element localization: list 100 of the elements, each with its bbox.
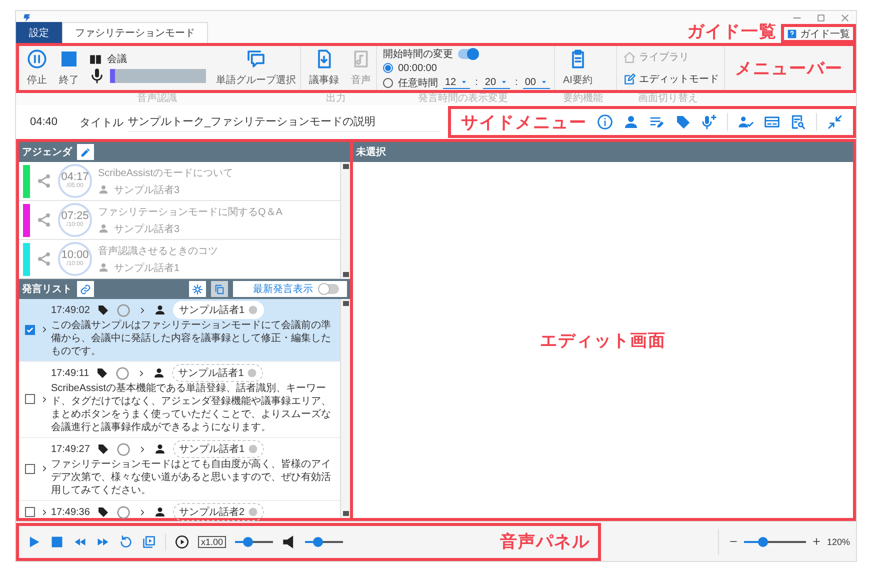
document-search-icon[interactable] bbox=[790, 114, 806, 130]
slider-thumb[interactable] bbox=[313, 536, 324, 546]
settings-icon bbox=[192, 284, 203, 294]
slider-thumb[interactable] bbox=[758, 536, 768, 546]
speaker-tag[interactable]: サンプル話者1 bbox=[172, 364, 263, 382]
time-dropdown[interactable]: 20 bbox=[482, 76, 510, 88]
minutes-button[interactable]: 議事録 bbox=[307, 49, 341, 87]
card-icon[interactable] bbox=[764, 114, 780, 130]
copy-button[interactable] bbox=[211, 281, 228, 297]
close-icon[interactable] bbox=[840, 12, 850, 22]
tab[interactable]: ファシリテーションモード bbox=[62, 22, 208, 43]
agenda-header: アジェンダ bbox=[22, 146, 72, 159]
person-icon bbox=[154, 506, 166, 518]
people-check-icon[interactable] bbox=[738, 114, 754, 130]
elapsed-time: 04:40 bbox=[30, 116, 58, 128]
person-icon bbox=[98, 262, 109, 273]
radio-button[interactable] bbox=[383, 78, 393, 88]
person-icon[interactable] bbox=[623, 114, 639, 130]
caret-icon bbox=[540, 78, 548, 86]
home-icon bbox=[623, 50, 636, 64]
title-label: タイトル bbox=[80, 116, 124, 130]
person-icon bbox=[154, 443, 166, 455]
side-menu-annotation: サイドメニュー bbox=[461, 112, 587, 134]
edit-icon bbox=[623, 72, 636, 86]
speech-row[interactable]: 17:49:27 サンプル話者1 ファシリテーションモードはとても自由度が高く、皆様のアイデア次第で、様々な使い道があると思いますので、ぜひ有効活用してみてください。 bbox=[19, 438, 340, 501]
speech-text: ファシリテーションモードはとても自由度が高く、皆様のアイデア次第で、様々な使い道があると思いますので、ぜひ有効活用してみてください。 bbox=[51, 458, 332, 497]
zoom-in-icon[interactable] bbox=[812, 537, 821, 546]
editor-annotation: エディット画面 bbox=[540, 330, 666, 352]
play-button[interactable] bbox=[27, 534, 41, 548]
pause-button[interactable]: 停止 bbox=[25, 49, 49, 87]
group-label: 要約機能 bbox=[562, 93, 604, 105]
agenda-time: 10:00 bbox=[61, 250, 89, 261]
edit-mode-button[interactable]: エディットモード bbox=[623, 70, 719, 88]
ai-summary-button[interactable]: AI要約 bbox=[561, 49, 594, 87]
slider-thumb[interactable] bbox=[243, 536, 254, 546]
play-icon bbox=[27, 534, 41, 548]
guide-annotation: ガイド一覧 bbox=[687, 21, 777, 43]
chevron-icon[interactable] bbox=[40, 394, 49, 404]
time-separator: : bbox=[475, 77, 478, 88]
radio-label: 00:00:00 bbox=[398, 62, 437, 74]
settings-button[interactable] bbox=[189, 281, 206, 297]
speech-time: 17:49:36 bbox=[51, 506, 90, 518]
radio-button[interactable] bbox=[383, 63, 393, 73]
toggle-switch[interactable] bbox=[458, 48, 478, 58]
time-dropdown[interactable]: 00 bbox=[522, 76, 550, 88]
share-icon[interactable] bbox=[36, 212, 52, 228]
group-label: 発言時間の表示変更 bbox=[417, 93, 509, 105]
caret-icon bbox=[460, 78, 468, 86]
stop-icon bbox=[59, 49, 79, 69]
radio-label: 任意時間 bbox=[398, 76, 438, 90]
chevron-icon[interactable] bbox=[40, 508, 49, 516]
speaker-tag[interactable]: サンプル話者1 bbox=[172, 440, 264, 458]
word-group-button[interactable]: 単語グループ選択 bbox=[214, 49, 298, 87]
scrollbar[interactable] bbox=[340, 299, 350, 518]
tag-icon[interactable] bbox=[96, 367, 108, 379]
toggle-switch[interactable] bbox=[319, 284, 339, 294]
link-button[interactable] bbox=[77, 281, 94, 297]
tag-icon[interactable] bbox=[96, 443, 109, 455]
share-icon[interactable] bbox=[36, 173, 52, 189]
chevron-icon[interactable] bbox=[40, 325, 49, 334]
mode-label: 会議 bbox=[107, 52, 127, 66]
speech-row[interactable]: 17:49:11 サンプル話者1 ScribeAssistの基本機能である単語登録、話者識別、キーワード、タグだけではなく、アジェンダ登録機能や議事録エリア、まとめボタンをうまく使っていただくことで、よりスムーズな会議進行と議事録作成ができるようになります。 bbox=[19, 362, 340, 438]
playlist-button[interactable] bbox=[142, 534, 156, 548]
person-icon bbox=[153, 367, 166, 379]
group-label: 音声認識 bbox=[136, 93, 178, 105]
microphone-icon bbox=[89, 68, 105, 84]
person-icon bbox=[154, 304, 166, 316]
share-icon[interactable] bbox=[36, 251, 52, 267]
pencil-icon bbox=[80, 146, 91, 158]
checkbox[interactable] bbox=[25, 324, 35, 334]
chat-icon bbox=[246, 49, 266, 69]
maximize-icon[interactable] bbox=[816, 12, 826, 22]
chevron-icon[interactable] bbox=[40, 464, 49, 473]
checkbox[interactable] bbox=[25, 507, 35, 517]
replay-button[interactable] bbox=[119, 534, 133, 548]
agenda-title: 音声認識させるときのコツ bbox=[98, 244, 218, 258]
stop-button[interactable] bbox=[50, 534, 64, 548]
stop-button[interactable]: 終了 bbox=[57, 49, 81, 87]
speech-row[interactable]: 17:49:02 サンプル話者1 この会議サンプルはファシリテーションモードにて会議前の準備から、会議中に発話した内容を議事録として修正・編集したものです。 bbox=[19, 299, 340, 362]
title-field[interactable]: サンプルトーク_ファシリテーションモードの説明 bbox=[128, 112, 440, 132]
checkbox[interactable] bbox=[25, 464, 35, 474]
edit-agenda-button[interactable] bbox=[77, 144, 94, 160]
tab[interactable]: 設定 bbox=[16, 22, 62, 43]
checkbox[interactable] bbox=[25, 394, 35, 404]
scrollbar[interactable] bbox=[340, 162, 350, 279]
tag-icon[interactable] bbox=[96, 506, 109, 518]
playlist-icon bbox=[142, 534, 156, 548]
collapse-icon[interactable] bbox=[827, 114, 843, 130]
tag-icon[interactable] bbox=[96, 304, 109, 316]
menu-bar-annotation: メニューバー bbox=[735, 58, 843, 80]
speaker-tag[interactable]: サンプル話者1 bbox=[172, 301, 264, 319]
speech-time: 17:49:27 bbox=[51, 444, 90, 454]
time-dropdown[interactable]: 12 bbox=[443, 76, 470, 88]
microphone-plus-icon[interactable] bbox=[701, 114, 717, 130]
info-icon[interactable] bbox=[597, 114, 613, 130]
playback-speed-icon bbox=[175, 534, 189, 548]
latest-speech-toggle[interactable]: 最新発言表示 bbox=[233, 281, 347, 297]
group-label: 画面切り替え bbox=[637, 93, 699, 105]
replay-icon bbox=[119, 534, 133, 548]
person-icon bbox=[98, 223, 109, 234]
